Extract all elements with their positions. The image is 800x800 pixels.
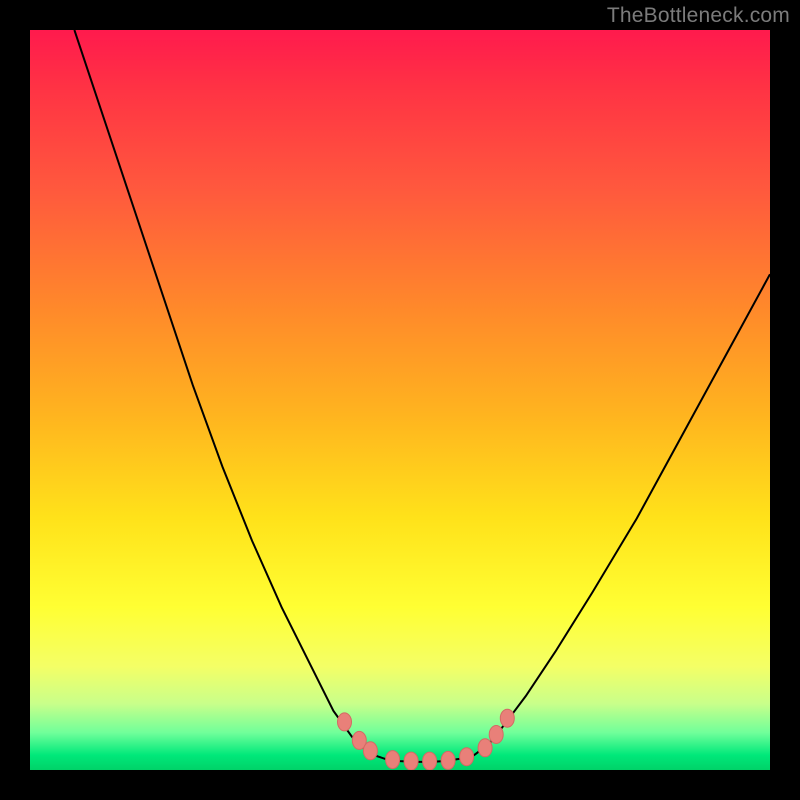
data-marker <box>441 751 455 769</box>
watermark-text: TheBottleneck.com <box>607 4 790 28</box>
data-marker <box>460 748 474 766</box>
plot-area <box>30 30 770 770</box>
data-marker <box>363 742 377 760</box>
data-marker <box>386 751 400 769</box>
data-marker <box>478 739 492 757</box>
data-marker <box>423 752 437 770</box>
data-marker <box>500 709 514 727</box>
chart-svg <box>30 30 770 770</box>
marker-layer <box>338 709 515 770</box>
data-marker <box>404 752 418 770</box>
data-marker <box>338 713 352 731</box>
curve-layer <box>74 30 770 762</box>
bottleneck-curve <box>74 30 770 762</box>
outer-frame: TheBottleneck.com <box>0 0 800 800</box>
data-marker <box>489 726 503 744</box>
